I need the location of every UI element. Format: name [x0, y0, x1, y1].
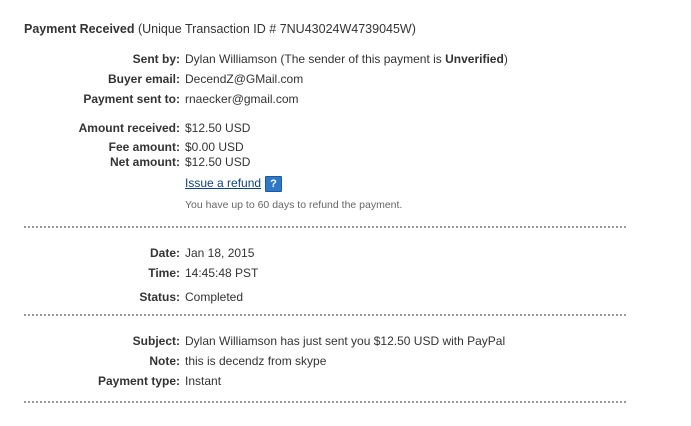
date-row: Date: Jan 18, 2015	[0, 246, 691, 262]
status-label: Status:	[139, 290, 180, 304]
amount-received-label: Amount received:	[78, 121, 180, 135]
net-amount-label: Net amount:	[110, 155, 180, 169]
note-value: this is decendz from skype	[185, 354, 327, 368]
sender-name: Dylan Williamson	[185, 52, 278, 66]
payment-type-row: Payment type: Instant	[0, 374, 691, 390]
subject-label: Subject:	[132, 334, 180, 348]
date-label: Date:	[149, 246, 180, 260]
amount-received-row: Amount received: $12.50 USD	[0, 121, 691, 137]
time-label: Time:	[148, 266, 180, 280]
amount-received-value: $12.50 USD	[185, 121, 251, 135]
sent-by-value: Dylan Williamson (The sender of this pay…	[185, 52, 508, 66]
divider	[24, 314, 626, 316]
transaction-id: (Unique Transaction ID # 7NU43024W473904…	[137, 22, 416, 36]
note-label: Note:	[149, 354, 180, 368]
page-title: Payment Received	[24, 22, 135, 36]
time-row: Time: 14:45:48 PST	[0, 266, 691, 282]
payment-type-label: Payment type:	[97, 374, 180, 388]
buyer-email-label: Buyer email:	[107, 72, 180, 86]
fee-amount-label: Fee amount:	[108, 140, 180, 154]
buyer-email-value: DecendZ@GMail.com	[185, 72, 304, 86]
issue-refund-link[interactable]: Issue a refund	[185, 176, 261, 190]
net-amount-value: $12.50 USD	[185, 155, 251, 169]
buyer-email-row: Buyer email: DecendZ@GMail.com	[0, 72, 691, 88]
sent-by-label: Sent by:	[132, 52, 180, 66]
sender-verification-status: Unverified	[445, 52, 504, 66]
status-value: Completed	[185, 290, 244, 304]
divider	[24, 226, 626, 228]
fee-amount-row: Fee amount: $0.00 USD	[0, 140, 691, 156]
refund-note: You have up to 60 days to refund the pay…	[185, 199, 403, 211]
subject-value: Dylan Williamson has just sent you $12.5…	[185, 334, 506, 348]
time-value: 14:45:48 PST	[185, 266, 259, 280]
subject-row: Subject: Dylan Williamson has just sent …	[0, 334, 691, 350]
payment-sent-to-label: Payment sent to:	[83, 92, 180, 106]
sender-note-prefix: (The sender of this payment is	[280, 52, 446, 66]
payment-type-value: Instant	[185, 374, 222, 388]
net-amount-row: Net amount: $12.50 USD	[0, 155, 691, 171]
payment-sent-to-row: Payment sent to: rnaecker@gmail.com	[0, 92, 691, 108]
help-question-icon[interactable]: ?	[265, 176, 282, 192]
sender-note-suffix: )	[503, 52, 508, 66]
note-row: Note: this is decendz from skype	[0, 354, 691, 370]
divider	[24, 401, 626, 403]
sent-by-row: Sent by: Dylan Williamson (The sender of…	[0, 52, 691, 68]
fee-amount-value: $0.00 USD	[185, 140, 244, 154]
date-value: Jan 18, 2015	[185, 246, 255, 260]
status-row: Status: Completed	[0, 290, 691, 306]
page-header: Payment Received (Unique Transaction ID …	[24, 22, 416, 36]
payment-sent-to-value: rnaecker@gmail.com	[185, 92, 299, 106]
